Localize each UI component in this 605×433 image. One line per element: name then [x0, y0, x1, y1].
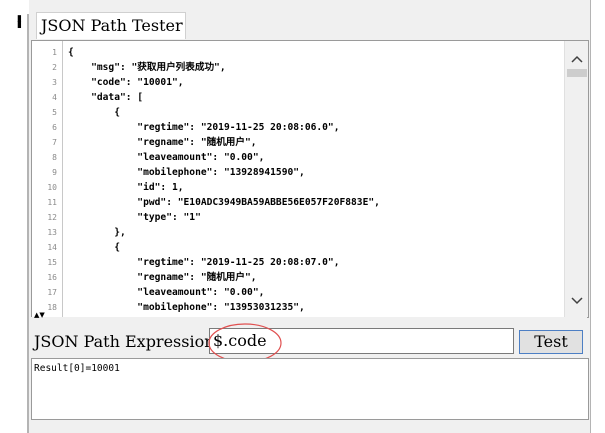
- json-path-expression-label: JSON Path Expression: [34, 332, 215, 351]
- line-number: 13: [47, 228, 57, 237]
- json-response-editor[interactable]: 1 2 3 4 5 6 7 8 9 10 11 12 13 14 15 16 17 18 { "msg": "获取…: [31, 40, 589, 318]
- code-line[interactable]: "leaveamount": "0.00",: [68, 285, 264, 300]
- line-number: 9: [52, 168, 57, 177]
- line-number: 14: [47, 243, 57, 252]
- code-line[interactable]: "regname": "随机用户",: [68, 270, 256, 285]
- line-number: 10: [47, 183, 57, 192]
- editor-vertical-scrollbar[interactable]: [564, 41, 588, 317]
- line-number: 2: [52, 63, 57, 72]
- pane-splitter[interactable]: ▲▼: [31, 312, 587, 323]
- splitter-arrows-icon[interactable]: ▲▼: [34, 312, 45, 319]
- scroll-up-arrow-icon[interactable]: [565, 49, 588, 69]
- line-number: 15: [47, 258, 57, 267]
- code-line[interactable]: "mobilephone": "13953031235",: [68, 300, 305, 315]
- scrollbar-thumb[interactable]: [567, 69, 587, 77]
- line-number: 8: [52, 153, 57, 162]
- code-line[interactable]: "pwd": "E10ADC3949BA59ABBE56E057F20F883E…: [68, 195, 380, 210]
- code-line[interactable]: "msg": "获取用户列表成功",: [68, 60, 226, 75]
- code-line[interactable]: "type": "1": [68, 210, 201, 225]
- line-number-gutter: 1 2 3 4 5 6 7 8 9 10 11 12 13 14 15 16 17 18: [32, 41, 63, 317]
- line-number: 6: [52, 123, 57, 132]
- left-frame: ▮ ▮: [0, 0, 29, 433]
- code-line[interactable]: {: [68, 240, 120, 255]
- line-number: 1: [52, 48, 57, 57]
- code-line[interactable]: "regtime": "2019-11-25 20:08:06.0",: [68, 120, 339, 135]
- code-line[interactable]: "data": [: [68, 90, 143, 105]
- code-line[interactable]: "leaveamount": "0.00",: [68, 150, 264, 165]
- line-number: 11: [47, 198, 57, 207]
- code-line[interactable]: "regtime": "2019-11-25 20:08:07.0",: [68, 255, 339, 270]
- json-path-expression-input[interactable]: [209, 328, 514, 354]
- code-line[interactable]: "regname": "随机用户",: [68, 135, 256, 150]
- line-number: 17: [47, 288, 57, 297]
- test-button[interactable]: Test: [519, 330, 583, 354]
- result-output-area[interactable]: Result[0]=10001: [31, 358, 589, 420]
- line-number: 5: [52, 108, 57, 117]
- panel-grip-icon[interactable]: ▮ ▮: [17, 15, 22, 34]
- line-number: 12: [47, 213, 57, 222]
- code-line[interactable]: },: [68, 225, 126, 240]
- line-number: 4: [52, 93, 57, 102]
- code-line[interactable]: {: [68, 105, 120, 120]
- scroll-down-arrow-icon[interactable]: [565, 291, 588, 311]
- panel-title-tab[interactable]: JSON Path Tester: [36, 12, 186, 39]
- line-number: 3: [52, 78, 57, 87]
- code-line[interactable]: {: [68, 45, 74, 60]
- json-path-tester-panel: JSON Path Tester 1 2 3 4 5 6 7 8 9 10 11 12 13 14 15 16…: [29, 0, 591, 433]
- result-text: Result[0]=10001: [34, 363, 120, 374]
- code-line[interactable]: "id": 1,: [68, 180, 183, 195]
- line-number: 16: [47, 273, 57, 282]
- code-line[interactable]: "mobilephone": "13928941590",: [68, 165, 305, 180]
- code-line[interactable]: "code": "10001",: [68, 75, 183, 90]
- line-number: 7: [52, 138, 57, 147]
